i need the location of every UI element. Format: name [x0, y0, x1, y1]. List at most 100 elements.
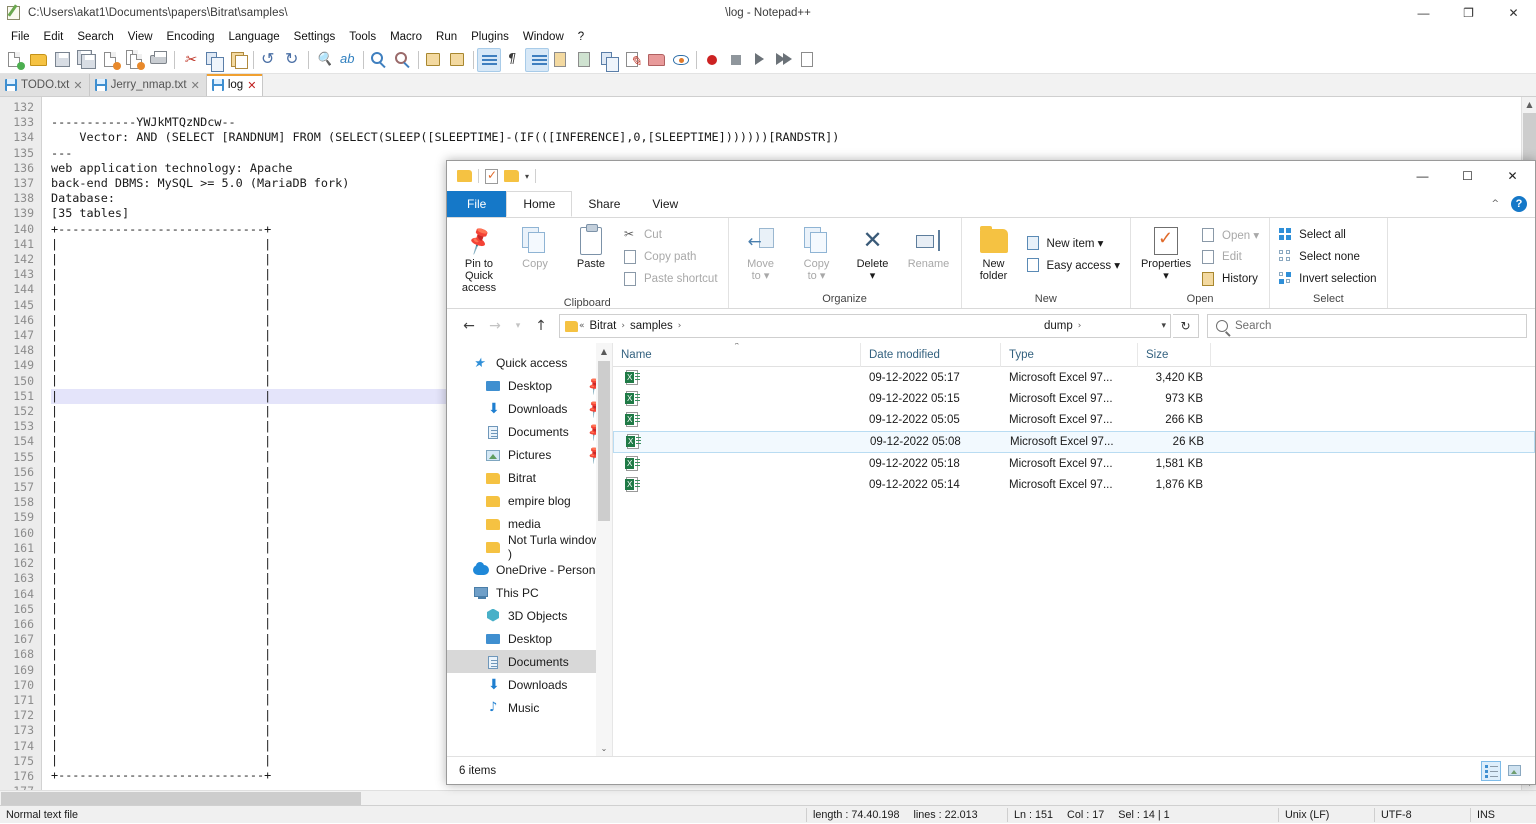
folder-icon[interactable] [457, 170, 472, 182]
back-button[interactable]: ← [457, 314, 481, 338]
sidebar-item-empire-blog[interactable]: empire blog [447, 489, 612, 512]
invert-selection-button[interactable]: Invert selection [1276, 268, 1382, 290]
select-all-button[interactable]: Select all [1276, 224, 1382, 246]
play-macro-icon[interactable] [748, 48, 772, 72]
edit-button[interactable]: Edit [1199, 246, 1265, 268]
record-macro-icon[interactable] [700, 48, 724, 72]
move-to-button[interactable]: ← Move to ▾ [733, 222, 789, 284]
npp-code-line[interactable]: --- [51, 146, 1536, 161]
ribbon-tab-share[interactable]: Share [572, 191, 636, 217]
document-preview-icon[interactable] [669, 48, 693, 72]
monitoring-icon[interactable] [645, 48, 669, 72]
rename-button[interactable]: Rename [901, 222, 957, 272]
breadcrumb-bitrat[interactable]: Bitrat [586, 320, 621, 332]
npp-menu-run[interactable]: Run [429, 29, 464, 45]
refresh-button[interactable]: ↻ [1173, 314, 1199, 338]
copy-button[interactable]: Copy [507, 222, 563, 272]
redo-icon[interactable]: ↻ [281, 48, 305, 72]
show-all-chars-icon[interactable]: ¶ [501, 48, 525, 72]
npp-code-line[interactable]: ------------YWJkMTQzNDcw-- [51, 115, 1536, 130]
npp-menu-window[interactable]: Window [516, 29, 571, 45]
stop-macro-icon[interactable] [724, 48, 748, 72]
find-icon[interactable]: 🔍 [312, 48, 336, 72]
sidebar-item-3d-objects[interactable]: 3D Objects [447, 604, 612, 627]
npp-scroll-up-button[interactable]: ▲ [1522, 97, 1536, 112]
sync-scroll-v-icon[interactable] [422, 48, 446, 72]
recent-locations-icon[interactable]: ▾ [509, 314, 527, 338]
indent-guide-icon[interactable] [525, 48, 549, 72]
npp-horizontal-scrollbar[interactable] [0, 790, 1536, 805]
save-macro-icon[interactable] [796, 48, 820, 72]
table-row[interactable]: 09-12-2022 05:18Microsoft Excel 97...1,5… [613, 454, 1535, 474]
explorer-minimize-button[interactable]: — [1400, 161, 1445, 191]
pin-to-quick-access-button[interactable]: 📌 Pin to Quick access [451, 222, 507, 296]
sidebar-item-quick-access[interactable]: ★Quick access [447, 351, 612, 374]
npp-tab-todo-txt[interactable]: TODO.txt✕ [0, 74, 90, 96]
npp-menu-settings[interactable]: Settings [287, 29, 343, 45]
help-icon[interactable]: ? [1511, 196, 1527, 212]
new-item-button[interactable]: New item ▾ [1024, 232, 1127, 254]
ribbon-tab-home[interactable]: Home [506, 191, 572, 217]
npp-menu-edit[interactable]: Edit [37, 29, 71, 45]
folder-as-workspace-icon[interactable]: ✎ [621, 48, 645, 72]
sidebar-item-not-turla-windows[interactable]: Not Turla windows ) [447, 535, 612, 558]
large-icons-view-icon[interactable] [1505, 761, 1525, 781]
npp-minimize-button[interactable]: — [1401, 0, 1446, 26]
print-icon[interactable] [147, 48, 171, 72]
easy-access-button[interactable]: Easy access ▾ [1024, 254, 1127, 276]
paste-shortcut-button[interactable]: Paste shortcut [621, 268, 724, 290]
sidebar-scroll-up[interactable]: ▲ [596, 343, 612, 359]
close-all-icon[interactable] [123, 48, 147, 72]
address-bar[interactable]: « Bitrat › samples › dump › ▾ [559, 314, 1171, 338]
paste-icon[interactable] [226, 48, 250, 72]
sidebar-scroll-thumb[interactable] [598, 361, 610, 521]
properties-button[interactable]: Properties ▾ [1135, 222, 1197, 284]
collapse-ribbon-icon[interactable]: ^ [1491, 199, 1499, 209]
column-header-name[interactable]: Name ⌃ [613, 343, 861, 367]
sidebar-item-onedrive-personal[interactable]: OneDrive - Personal [447, 558, 612, 581]
zoom-in-icon[interactable] [367, 48, 391, 72]
undo-icon[interactable]: ↺ [257, 48, 281, 72]
breadcrumb-current-folder[interactable]: dump › [1040, 320, 1082, 332]
function-list-icon[interactable] [597, 48, 621, 72]
sidebar-item-bitrat[interactable]: Bitrat [447, 466, 612, 489]
new-folder-icon[interactable] [504, 170, 519, 182]
table-row[interactable]: 09-12-2022 05:08Microsoft Excel 97...26 … [613, 431, 1535, 453]
breadcrumb-separator[interactable]: › [677, 321, 683, 331]
close-icon[interactable]: ✕ [191, 80, 200, 91]
npp-code-line[interactable]: Vector: AND (SELECT [RANDNUM] FROM (SELE… [51, 130, 1536, 145]
word-wrap-icon[interactable] [477, 48, 501, 72]
run-macro-multiple-icon[interactable] [772, 48, 796, 72]
npp-menu-search[interactable]: Search [70, 29, 120, 45]
close-icon[interactable]: ✕ [73, 80, 82, 91]
npp-close-button[interactable]: ✕ [1491, 0, 1536, 26]
ribbon-tab-file[interactable]: File [447, 191, 506, 217]
new-file-icon[interactable] [3, 48, 27, 72]
paste-button[interactable]: Paste [563, 222, 619, 272]
copy-to-button[interactable]: Copy to ▾ [789, 222, 845, 284]
new-folder-button[interactable]: New folder [966, 222, 1022, 284]
open-file-icon[interactable] [27, 48, 51, 72]
npp-menu-view[interactable]: View [121, 29, 160, 45]
history-button[interactable]: History [1199, 268, 1265, 290]
sidebar-item-documents[interactable]: Documents📌 [447, 420, 612, 443]
sidebar-item-pictures[interactable]: Pictures📌 [447, 443, 612, 466]
npp-code-line[interactable] [51, 100, 1536, 115]
close-file-icon[interactable] [99, 48, 123, 72]
chevron-down-icon[interactable]: ▾ [525, 172, 529, 181]
sidebar-item-music[interactable]: ♪Music [447, 696, 612, 719]
properties-icon[interactable] [485, 169, 498, 184]
npp-hscroll-thumb[interactable] [1, 792, 361, 805]
open-button[interactable]: Open ▾ [1199, 224, 1265, 246]
npp-menu-file[interactable]: File [4, 29, 37, 45]
cut-icon[interactable]: ✂ [178, 48, 202, 72]
sidebar-scroll-down[interactable]: ⌄ [596, 740, 612, 756]
npp-tab-jerry-nmap-txt[interactable]: Jerry_nmap.txt✕ [90, 74, 207, 96]
chevron-down-icon[interactable]: ▾ [1161, 321, 1166, 331]
sidebar-item-desktop[interactable]: Desktop📌 [447, 374, 612, 397]
close-icon[interactable]: ✕ [247, 80, 256, 91]
delete-button[interactable]: ✕ Delete ▾ [845, 222, 901, 284]
ribbon-tab-view[interactable]: View [636, 191, 694, 217]
npp-menu-encoding[interactable]: Encoding [160, 29, 222, 45]
details-view-icon[interactable] [1481, 761, 1501, 781]
